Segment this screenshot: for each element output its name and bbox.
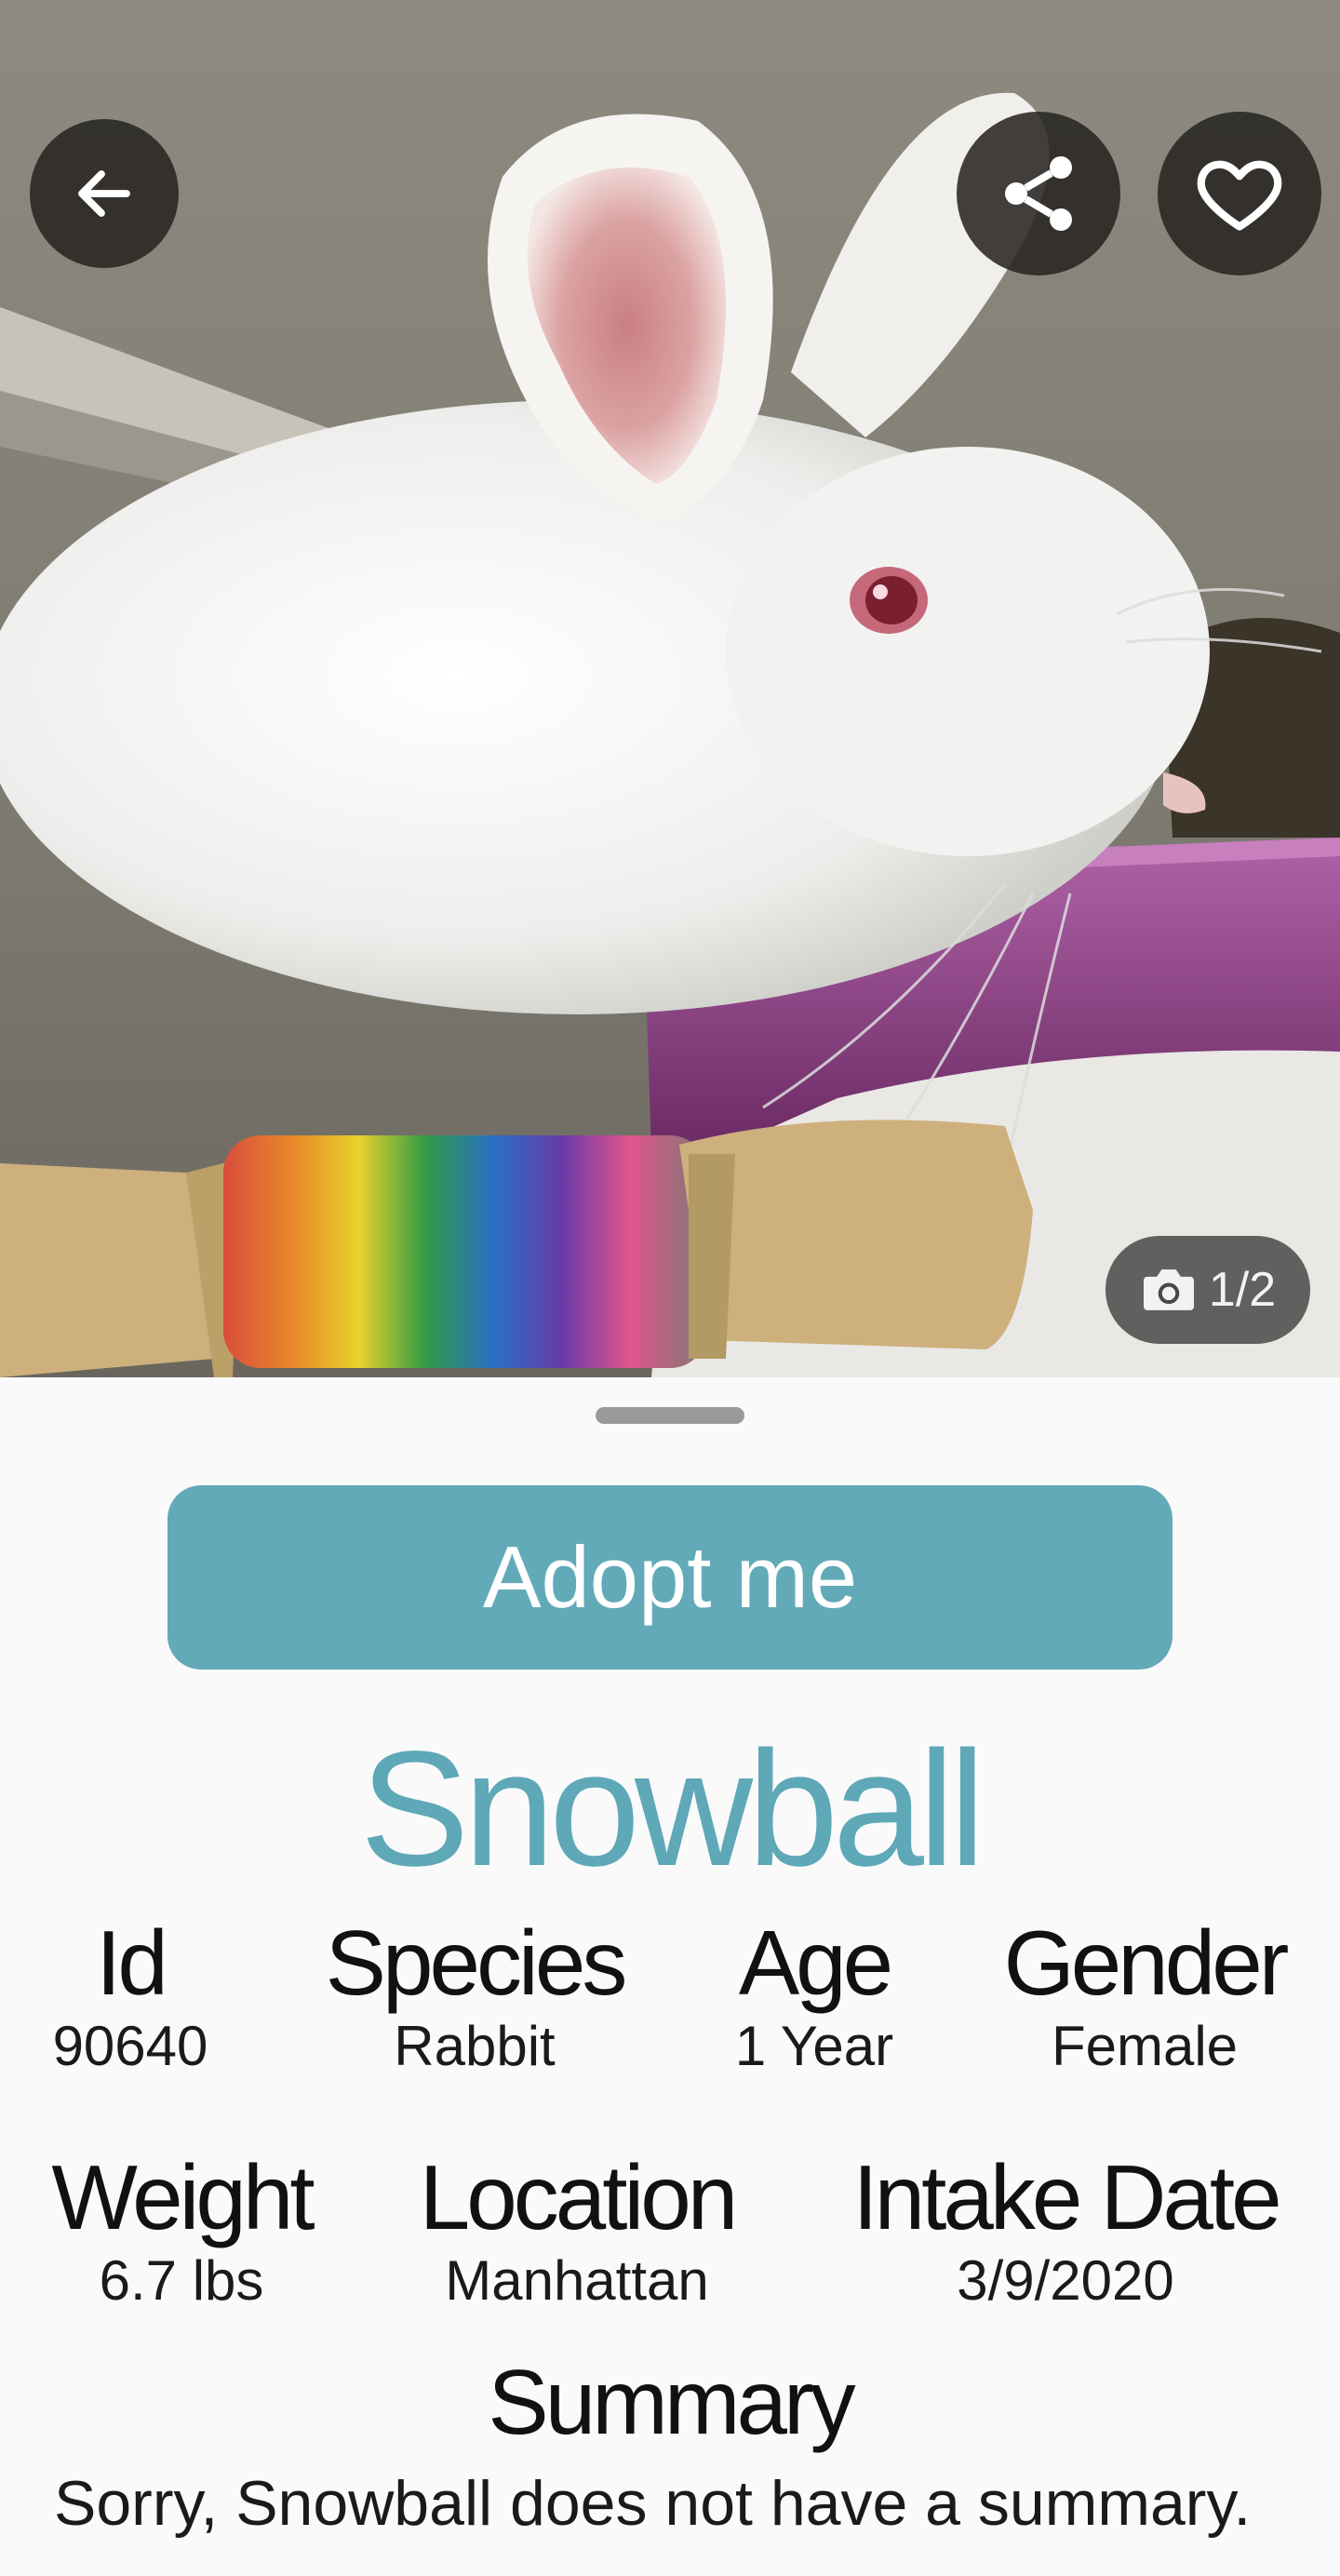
stat-intake-date: Intake Date 3/9/2020 <box>838 2146 1293 2314</box>
stat-value: 3/9/2020 <box>957 2249 1174 2312</box>
stat-id: Id 90640 <box>37 1912 223 2079</box>
sheet-drag-handle[interactable] <box>596 1407 744 1424</box>
pet-detail-screen: 1/2 Adopt me Snowball Id 90640 Species R… <box>0 0 1340 2576</box>
stat-label: Weight <box>51 2146 315 2248</box>
stat-label: Location <box>419 2146 739 2248</box>
pet-info-sheet: Adopt me Snowball Id 90640 Species Rabbi… <box>0 1377 1340 2576</box>
back-button[interactable] <box>30 119 179 268</box>
stat-value: Female <box>1051 2015 1239 2077</box>
stat-label: Age <box>738 1912 893 2014</box>
stat-value: Rabbit <box>394 2015 556 2077</box>
stat-value: 1 Year <box>734 2015 894 2077</box>
photo-counter-text: 1/2 <box>1208 1263 1277 1317</box>
camera-icon <box>1140 1265 1198 1315</box>
adopt-button[interactable]: Adopt me <box>168 1485 1172 1670</box>
share-button[interactable] <box>957 112 1120 275</box>
stat-age: Age 1 Year <box>717 1912 912 2079</box>
heart-icon <box>1193 147 1286 240</box>
stat-weight: Weight 6.7 lbs <box>37 2146 326 2314</box>
stat-label: Gender <box>1003 1912 1290 2014</box>
arrow-left-icon <box>71 160 138 227</box>
stat-value: Manhattan <box>445 2249 709 2312</box>
stat-label: Id <box>96 1912 168 2014</box>
favorite-button[interactable] <box>1158 112 1321 275</box>
stat-label: Species <box>325 1912 628 2014</box>
stat-label: Intake Date <box>852 2146 1281 2248</box>
photo-counter-badge[interactable]: 1/2 <box>1106 1236 1310 1344</box>
pet-photo-image <box>0 0 1340 1377</box>
summary-heading: Summary <box>488 2351 855 2453</box>
stat-location: Location Manhattan <box>400 2146 754 2314</box>
stat-value: 90640 <box>52 2015 208 2077</box>
stat-gender: Gender Female <box>986 1912 1303 2079</box>
pet-name: Snowball <box>359 1718 985 1900</box>
summary-text: Sorry, Snowball does not have a summary. <box>54 2468 1252 2539</box>
share-icon <box>994 149 1083 238</box>
stat-value: 6.7 lbs <box>99 2249 264 2312</box>
pet-photo[interactable]: 1/2 <box>0 0 1340 1377</box>
stat-species: Species Rabbit <box>307 1912 642 2079</box>
